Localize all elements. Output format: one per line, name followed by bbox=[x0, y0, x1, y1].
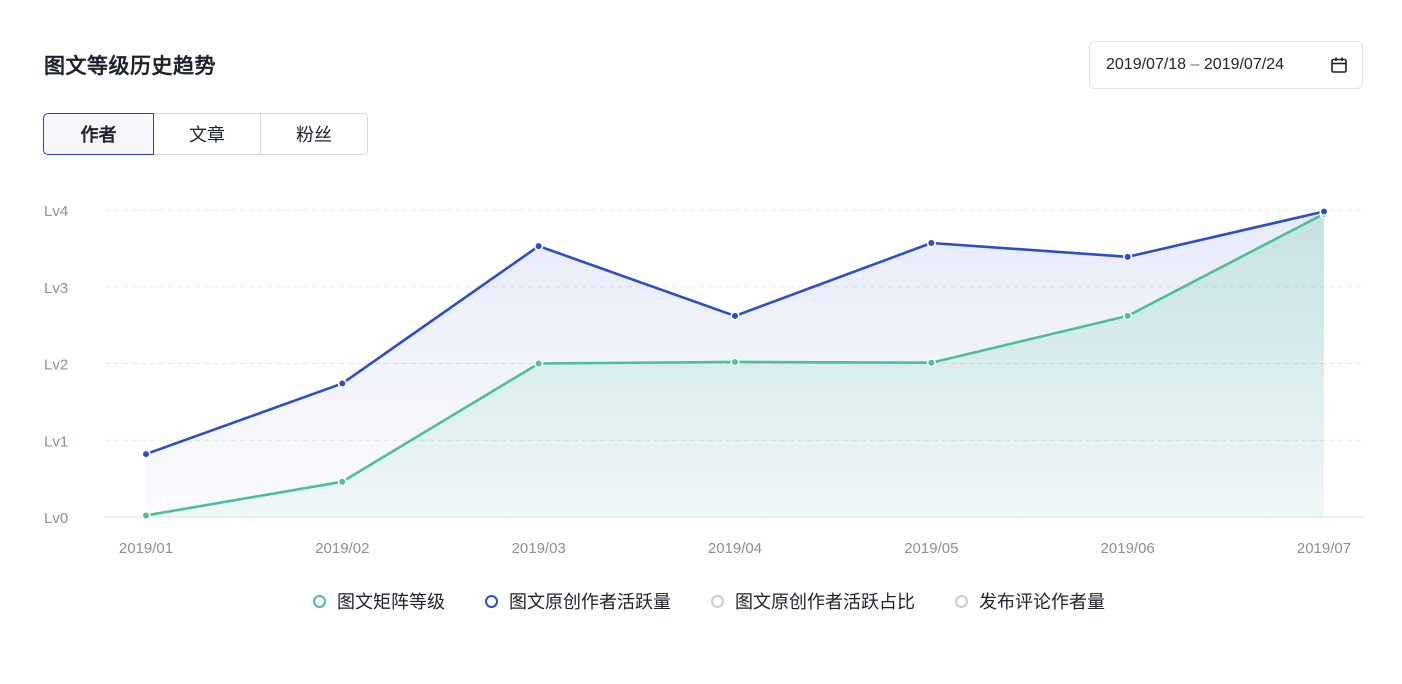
x-tick-label: 2019/02 bbox=[315, 540, 369, 557]
y-tick-label: Lv3 bbox=[44, 280, 68, 297]
segment-tabs: 作者 文章 粉丝 bbox=[43, 113, 368, 155]
data-point[interactable] bbox=[337, 378, 347, 389]
legend-label: 图文原创作者活跃量 bbox=[509, 592, 671, 613]
data-point[interactable] bbox=[1123, 252, 1133, 262]
level-trend-chart: Lv0Lv1Lv2Lv3Lv4 2019/01 2019/02 2019/03 201… bbox=[44, 203, 1364, 557]
x-tick-label: 2019/07 bbox=[1297, 540, 1351, 557]
data-point[interactable] bbox=[1319, 206, 1329, 217]
y-axis-labels: Lv0 Lv1 Lv2 Lv3 Lv4 bbox=[44, 203, 68, 527]
data-point[interactable] bbox=[141, 510, 151, 521]
data-point[interactable] bbox=[730, 311, 740, 321]
date-range-text: 2019/07/18 – 2019/07/24 bbox=[1106, 56, 1330, 74]
legend-item-active-ratio[interactable]: 图文原创作者活跃占比 bbox=[711, 588, 915, 614]
legend-item-comment-authors[interactable]: 发布评论作者量 bbox=[955, 588, 1105, 614]
legend-marker-icon bbox=[711, 594, 724, 608]
x-tick-label: 2019/06 bbox=[1101, 540, 1155, 557]
legend-marker-icon bbox=[955, 594, 968, 608]
data-point[interactable] bbox=[1123, 311, 1133, 321]
data-point[interactable] bbox=[534, 358, 544, 369]
chart-legend: 图文矩阵等级 图文原创作者活跃量 图文原创作者活跃占比 发布评论作者量 bbox=[0, 588, 1402, 614]
data-point[interactable] bbox=[141, 449, 151, 459]
tab-author[interactable]: 作者 bbox=[43, 113, 154, 155]
y-tick-label: Lv4 bbox=[44, 203, 68, 220]
calendar-icon[interactable] bbox=[1330, 56, 1348, 74]
tab-article[interactable]: 文章 bbox=[153, 113, 261, 155]
legend-label: 图文原创作者活跃占比 bbox=[735, 592, 915, 613]
legend-item-active-authors[interactable]: 图文原创作者活跃量 bbox=[485, 588, 671, 614]
data-point[interactable] bbox=[534, 241, 544, 251]
x-tick-label: 2019/03 bbox=[512, 540, 566, 557]
x-tick-label: 2019/04 bbox=[708, 540, 762, 557]
y-tick-label: Lv0 bbox=[44, 510, 68, 527]
date-end: 2019/07/24 bbox=[1203, 56, 1284, 73]
legend-label: 图文矩阵等级 bbox=[337, 592, 445, 613]
legend-marker-icon bbox=[485, 594, 498, 608]
x-tick-label: 2019/05 bbox=[904, 540, 958, 557]
x-axis-labels: 2019/01 2019/02 2019/03 2019/04 2019/05 2019/… bbox=[119, 540, 1351, 557]
page-title: 图文等级历史趋势 bbox=[44, 54, 216, 78]
y-tick-label: Lv1 bbox=[44, 433, 68, 450]
data-point[interactable] bbox=[926, 358, 936, 368]
data-point[interactable] bbox=[730, 357, 740, 367]
legend-label: 发布评论作者量 bbox=[979, 592, 1105, 613]
data-point[interactable] bbox=[926, 238, 936, 248]
date-start: 2019/07/18 bbox=[1106, 56, 1187, 73]
date-range-picker[interactable]: 2019/07/18 – 2019/07/24 bbox=[1089, 41, 1363, 89]
x-tick-label: 2019/01 bbox=[119, 540, 173, 557]
legend-item-matrix-level[interactable]: 图文矩阵等级 bbox=[313, 588, 445, 614]
y-tick-label: Lv2 bbox=[44, 357, 68, 374]
tab-fans[interactable]: 粉丝 bbox=[260, 113, 368, 155]
date-separator: – bbox=[1190, 56, 1200, 73]
legend-marker-icon bbox=[313, 594, 326, 608]
data-point[interactable] bbox=[337, 477, 347, 487]
